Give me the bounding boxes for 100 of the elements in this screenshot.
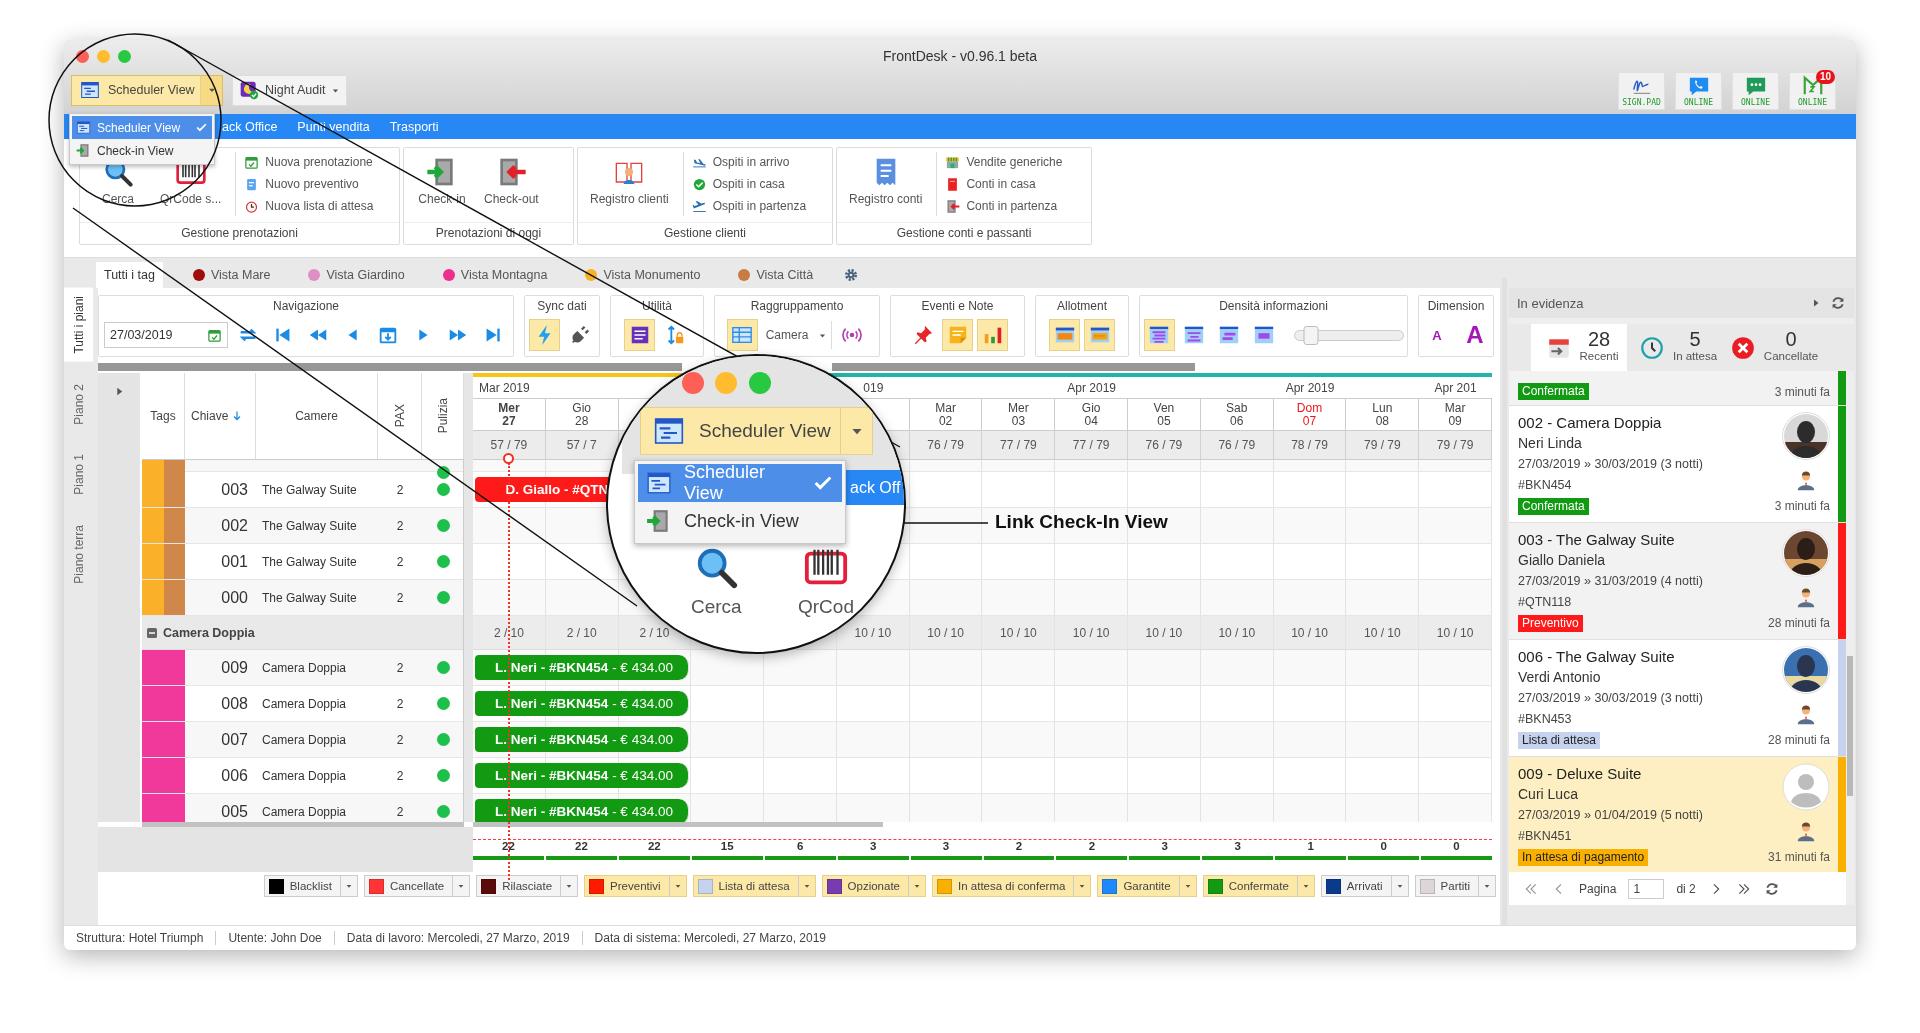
availability-count: 76 / 79 bbox=[1218, 438, 1256, 452]
group-title: Gestione conti e passanti bbox=[837, 222, 1091, 244]
pager-label: di 2 bbox=[1676, 881, 1696, 896]
table-cell-text: 009 bbox=[220, 658, 249, 677]
status-text: Data di sistema: Mercoledi, 27 Marzo, 2019 bbox=[593, 931, 828, 945]
day-header: Mar 02 bbox=[935, 401, 956, 428]
month-label: Apr 2019 bbox=[1067, 380, 1116, 395]
availability-count: 10 / 10 bbox=[1291, 625, 1328, 640]
table-cell-text: 003 bbox=[220, 480, 249, 499]
day-header: Mer 03 bbox=[1008, 401, 1029, 428]
table-cell-text: 2 bbox=[395, 518, 405, 533]
date-range: 27/03/2019 » 30/03/2019 (3 notti) bbox=[1518, 690, 1703, 707]
booking-code: #QTN118 bbox=[1518, 594, 1572, 611]
table-cell-text: 2 bbox=[395, 482, 405, 497]
table-cell-text: 001 bbox=[220, 552, 249, 571]
group-title: Sync dati bbox=[537, 298, 587, 315]
total-count: 22 bbox=[575, 840, 588, 852]
day-header: Lun 08 bbox=[1372, 401, 1393, 428]
table-cell-text: 000 bbox=[220, 588, 249, 607]
guest-name: Curi Luca bbox=[1518, 785, 1578, 804]
table-cell-text: Camera Doppia bbox=[261, 696, 348, 711]
day-header: Mer 27 bbox=[498, 401, 520, 428]
total-count: 0 bbox=[1453, 840, 1460, 852]
status-badge: In attesa di pagamento bbox=[1518, 848, 1649, 866]
total-count: 2 bbox=[1015, 840, 1023, 852]
availability-count: 2 / 10 bbox=[566, 625, 597, 640]
availability-count: 76 / 79 bbox=[1145, 438, 1183, 452]
availability-count: 77 / 79 bbox=[1072, 438, 1110, 452]
time-label: 3 minuti fa bbox=[1774, 499, 1830, 513]
group-title: Raggruppamento bbox=[750, 298, 844, 315]
table-cell-text: Camera Doppia bbox=[261, 732, 348, 747]
status-badge: Lista di attesa bbox=[1518, 731, 1601, 749]
card-title: 002 - Camera Doppia bbox=[1518, 413, 1662, 433]
group-title: Navigazione bbox=[272, 298, 339, 315]
total-count: 3 bbox=[869, 840, 877, 852]
status-text: Struttura: Hotel Triumph bbox=[64, 931, 217, 945]
day-header: Mar 09 bbox=[1444, 401, 1466, 428]
table-cell-text: 2 bbox=[395, 768, 405, 783]
group-title: Eventi e Note bbox=[921, 298, 994, 315]
day-header: Sab 06 bbox=[1226, 401, 1248, 428]
table-cell-text: The Galway Suite bbox=[261, 482, 358, 497]
time-label: 28 minuti fa bbox=[1767, 733, 1830, 747]
availability-count: 2 / 10 bbox=[493, 625, 524, 640]
table-cell-text: 006 bbox=[220, 766, 249, 785]
table-cell-text: Camera Doppia bbox=[261, 660, 348, 675]
time-label: 28 minuti fa bbox=[1767, 616, 1830, 630]
callout-caption: Link Check-In View bbox=[995, 511, 1168, 533]
table-cell-text: 2 bbox=[395, 590, 405, 605]
availability-count: 77 / 79 bbox=[1000, 438, 1037, 452]
availability-count: 2 / 10 bbox=[639, 625, 670, 640]
time-label: 3 minuti fa bbox=[1774, 384, 1830, 399]
status-text: Data di lavoro: Mercoledi, 27 Marzo, 2019 bbox=[334, 931, 583, 945]
card-title: 006 - The Galway Suite bbox=[1518, 647, 1675, 667]
table-cell-text: 2 bbox=[395, 732, 405, 747]
table-cell-text: 007 bbox=[220, 730, 249, 749]
table-cell-text: 002 bbox=[220, 516, 249, 535]
table-cell-text: 2 bbox=[395, 660, 405, 675]
table-cell-text: Camera Doppia bbox=[261, 768, 348, 783]
tab-label: Recenti bbox=[1579, 348, 1619, 364]
month-label: Apr 2019 bbox=[1285, 380, 1335, 395]
count: 5 bbox=[1689, 330, 1701, 348]
status-badge: Confermata bbox=[1518, 497, 1589, 515]
total-count: 0 bbox=[1380, 840, 1387, 852]
availability-count: 10 / 10 bbox=[1145, 625, 1183, 640]
availability-count: 10 / 10 bbox=[1218, 625, 1256, 640]
table-cell-text: 005 bbox=[220, 802, 249, 821]
total-count: 15 bbox=[720, 840, 734, 852]
month-label: 019 bbox=[863, 380, 884, 395]
day-header: Dom 07 bbox=[1296, 401, 1323, 428]
guest-name: Giallo Daniela bbox=[1518, 551, 1606, 570]
day-header: Gio 04 bbox=[1081, 401, 1101, 428]
total-count: 22 bbox=[647, 840, 661, 852]
card-title: 003 - The Galway Suite bbox=[1518, 530, 1675, 550]
table-cell-text: The Galway Suite bbox=[261, 554, 358, 569]
group-title: Gestione prenotazioni bbox=[80, 222, 399, 244]
guest-name: Neri Linda bbox=[1518, 434, 1582, 453]
availability-count: 10 / 10 bbox=[1436, 625, 1474, 640]
group-title: Allotment bbox=[1057, 298, 1107, 315]
total-count: 3 bbox=[942, 840, 950, 852]
total-count: 3 bbox=[1161, 840, 1168, 852]
availability-count: 76 / 79 bbox=[927, 438, 964, 452]
panel-title: In evidenza bbox=[1517, 295, 1585, 311]
availability-count: 78 / 79 bbox=[1291, 438, 1328, 452]
pager-label: Pagina bbox=[1579, 881, 1617, 896]
booking-code: #BKN453 bbox=[1518, 711, 1572, 728]
table-cell-text: Camera Doppia bbox=[261, 804, 348, 819]
month-label: Apr 201 bbox=[1434, 380, 1477, 395]
count: 28 bbox=[1587, 330, 1611, 348]
status-text: Utente: John Doe bbox=[216, 931, 335, 945]
group-label: Camera Doppia bbox=[163, 625, 255, 640]
availability-count: 10 / 10 bbox=[854, 625, 892, 640]
availability-count: 57 / 7 bbox=[566, 438, 597, 452]
card-title: 009 - Deluxe Suite bbox=[1518, 764, 1642, 784]
tab-label: In attesa bbox=[1672, 348, 1718, 364]
time-label: 31 minuti fa bbox=[1767, 850, 1830, 864]
day-header: Gio 28 bbox=[572, 401, 591, 428]
group-title: Dimension bbox=[1427, 298, 1485, 315]
count-badge: 10 bbox=[1815, 70, 1835, 84]
availability-count: 57 / 79 bbox=[490, 438, 528, 452]
table-cell-text: 008 bbox=[220, 694, 249, 713]
